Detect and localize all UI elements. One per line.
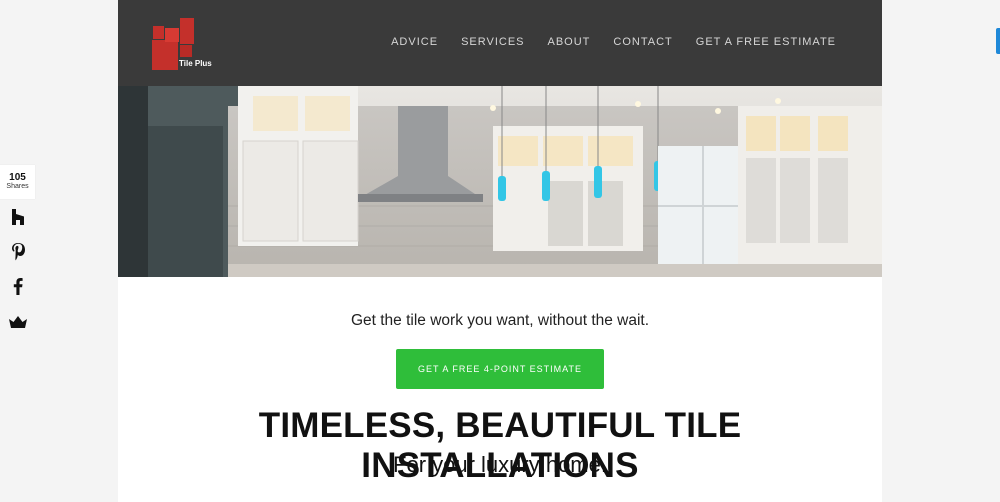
pinterest-share-button[interactable]: [0, 234, 35, 269]
facebook-icon: [13, 278, 23, 295]
share-count-label: Shares: [6, 183, 29, 190]
page-subheadline: For your luxury home.: [393, 452, 607, 477]
houzz-share-button[interactable]: [0, 199, 35, 234]
side-widget-tab[interactable]: [996, 28, 1000, 54]
page-container: Tile Plus ADVICE SERVICES ABOUT CONTACT …: [118, 0, 882, 502]
logo-text: Tile Plus: [179, 59, 212, 68]
hero-tagline: Get the tile work you want, without the …: [350, 312, 650, 329]
nav-about[interactable]: ABOUT: [548, 36, 591, 48]
kitchen-photo: [118, 86, 882, 277]
share-count-number: 105: [9, 172, 26, 183]
pinterest-icon: [11, 242, 25, 260]
sumo-crown-icon: [8, 315, 27, 328]
sumo-share-button[interactable]: [0, 304, 35, 339]
free-estimate-button[interactable]: GET A FREE 4-POINT ESTIMATE: [396, 349, 604, 389]
houzz-icon: [11, 208, 24, 225]
nav-advice[interactable]: ADVICE: [391, 36, 438, 48]
main-nav: ADVICE SERVICES ABOUT CONTACT GET A FREE…: [391, 36, 836, 48]
nav-services[interactable]: SERVICES: [461, 36, 524, 48]
share-count: 105 Shares: [0, 165, 35, 199]
nav-free-estimate[interactable]: GET A FREE ESTIMATE: [696, 36, 836, 48]
kitchen-hero-image: [118, 86, 882, 277]
facebook-share-button[interactable]: [0, 269, 35, 304]
tile-plus-logo[interactable]: Tile Plus: [152, 16, 214, 70]
nav-contact[interactable]: CONTACT: [613, 36, 672, 48]
social-share-bar: 105 Shares: [0, 165, 35, 339]
site-header: Tile Plus ADVICE SERVICES ABOUT CONTACT …: [118, 0, 882, 86]
